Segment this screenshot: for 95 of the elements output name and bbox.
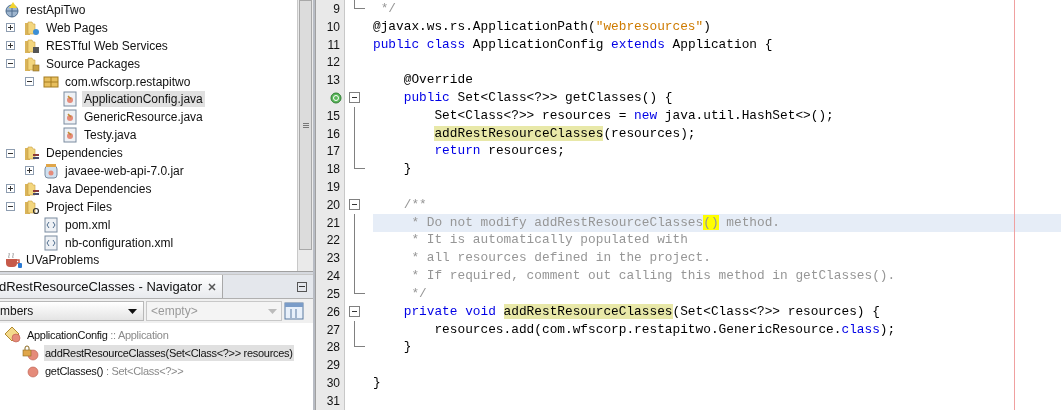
code-line: Set<Class<?>> resources = new java.util.HashSet<>(); (433, 107, 834, 124)
line-number: 18 (326, 161, 340, 179)
java-file-icon (62, 109, 80, 126)
lock-method-icon (22, 345, 40, 361)
tree-item[interactable]: nb-configuration.xml (63, 234, 176, 251)
line-number: 17 (326, 143, 340, 161)
line-number: 20 (326, 196, 340, 214)
expand-toggle[interactable] (25, 166, 34, 176)
filter-dropdown: <empty> (146, 301, 282, 321)
line-number: 26 (326, 303, 340, 321)
code-line: @javax.ws.rs.ApplicationPath("webresources") (373, 18, 711, 35)
tree-item[interactable]: javaee-web-api-7.0.jar (63, 162, 186, 179)
navigator-tab[interactable]: dRestResourceClasses - Navigator (0, 275, 224, 298)
folder-icon (24, 37, 42, 54)
line-number: 12 (326, 54, 340, 72)
line-number: 29 (326, 357, 340, 375)
collapse-toggle[interactable] (6, 148, 15, 158)
line-number: 25 (326, 285, 340, 303)
code-line: resources.add(com.wfscorp.restapitwo.GenericResource.class); (433, 321, 896, 338)
code-line: @Override (402, 72, 473, 89)
code-line: return resources; (433, 143, 565, 160)
tree-item[interactable]: Testy.java (82, 127, 139, 144)
expand-toggle[interactable] (6, 184, 15, 194)
fold-toggle[interactable] (349, 199, 360, 211)
line-number: 22 (326, 232, 340, 250)
folder-icon (24, 145, 42, 162)
code-line: public Set<Class<?>> getClasses() { (402, 89, 673, 106)
folder-icon (24, 55, 42, 72)
tree-item[interactable]: pom.xml (63, 216, 113, 233)
close-icon[interactable] (208, 282, 217, 291)
view-dropdown[interactable]: mbers (0, 301, 144, 321)
code-line: } (402, 161, 412, 178)
tree-item[interactable]: com.wfscorp.restapitwo (63, 73, 193, 90)
navigator-item[interactable]: ApplicationConfig :: Application (26, 327, 170, 343)
code-line: */ (410, 285, 427, 302)
code-line: * all resources defined in the project. (410, 250, 711, 267)
code-line: private void addRestResourceClasses(Set<Class<?>> resources) { (402, 303, 880, 320)
line-number: 15 (326, 107, 340, 125)
line-number: 9 (333, 0, 340, 18)
collapse-toggle[interactable] (6, 202, 15, 212)
tree-item[interactable]: restApiTwo (24, 1, 88, 18)
tree-item[interactable]: RESTful Web Services (44, 37, 170, 54)
tree-item[interactable]: Dependencies (44, 145, 125, 162)
xml-file-icon (43, 234, 61, 251)
caret-icon (268, 308, 277, 314)
code-line: * Do not modify addRestResourceClasses() method. (410, 214, 781, 231)
tree-item[interactable]: Java Dependencies (44, 180, 154, 197)
jar-icon (43, 162, 61, 179)
caret-icon (128, 308, 137, 314)
line-number: 19 (326, 179, 340, 197)
line-number: 10 (326, 18, 340, 36)
java-file-icon (62, 91, 80, 108)
line-number: 31 (326, 392, 340, 410)
tree-item[interactable]: Web Pages (44, 19, 110, 36)
fold-toggle[interactable] (349, 92, 360, 104)
line-number: 28 (326, 339, 340, 357)
code-line: addRestResourceClasses(resources); (433, 125, 696, 142)
code-line: /** (402, 196, 427, 213)
tree-item[interactable]: Project Files (44, 198, 115, 215)
navigator-item[interactable]: getClasses() : Set<Class<?>> (44, 363, 185, 379)
fold-toggle[interactable] (349, 306, 360, 318)
folder-icon (24, 180, 42, 197)
tree-item[interactable]: GenericResource.java (82, 109, 205, 126)
code-line: } (402, 339, 412, 356)
tree-item[interactable]: Source Packages (44, 55, 143, 72)
line-number: 23 (326, 250, 340, 268)
java-file-icon (62, 127, 80, 144)
code-line: } (373, 374, 381, 391)
tab-title: dRestResourceClasses - Navigator (0, 277, 203, 296)
code-line: public class ApplicationConfig extends Application { (373, 36, 773, 53)
tree-item[interactable]: UVaProblems (24, 252, 102, 269)
line-number: 16 (326, 125, 340, 143)
expand-toggle[interactable] (6, 41, 15, 51)
line-number: 13 (326, 72, 340, 90)
line-number: 30 (326, 374, 340, 392)
coffee-cup-icon (4, 252, 22, 269)
navigator-item[interactable]: addRestResourceClasses(Set<Class<?>> resources) (44, 345, 294, 361)
collapse-toggle[interactable] (6, 59, 15, 69)
folder-icon (24, 198, 42, 215)
collapse-toggle[interactable] (25, 77, 34, 86)
code-line: * It is automatically populated with (410, 232, 688, 249)
expand-toggle[interactable] (6, 23, 15, 33)
folder-icon (24, 19, 42, 36)
globe-icon (4, 1, 22, 18)
tree-item[interactable]: ApplicationConfig.java (82, 91, 205, 108)
class-icon (4, 327, 22, 343)
line-number: 11 (327, 36, 340, 54)
package-icon (43, 73, 61, 90)
code-line: */ (379, 0, 397, 17)
xml-file-icon (43, 216, 61, 233)
scrollbar[interactable] (297, 0, 313, 271)
line-number: 21 (326, 214, 340, 232)
code-line: * If required, comment out calling this method in getClasses(). (410, 268, 896, 285)
line-number: 27 (326, 321, 340, 339)
line-number: 24 (326, 268, 340, 286)
